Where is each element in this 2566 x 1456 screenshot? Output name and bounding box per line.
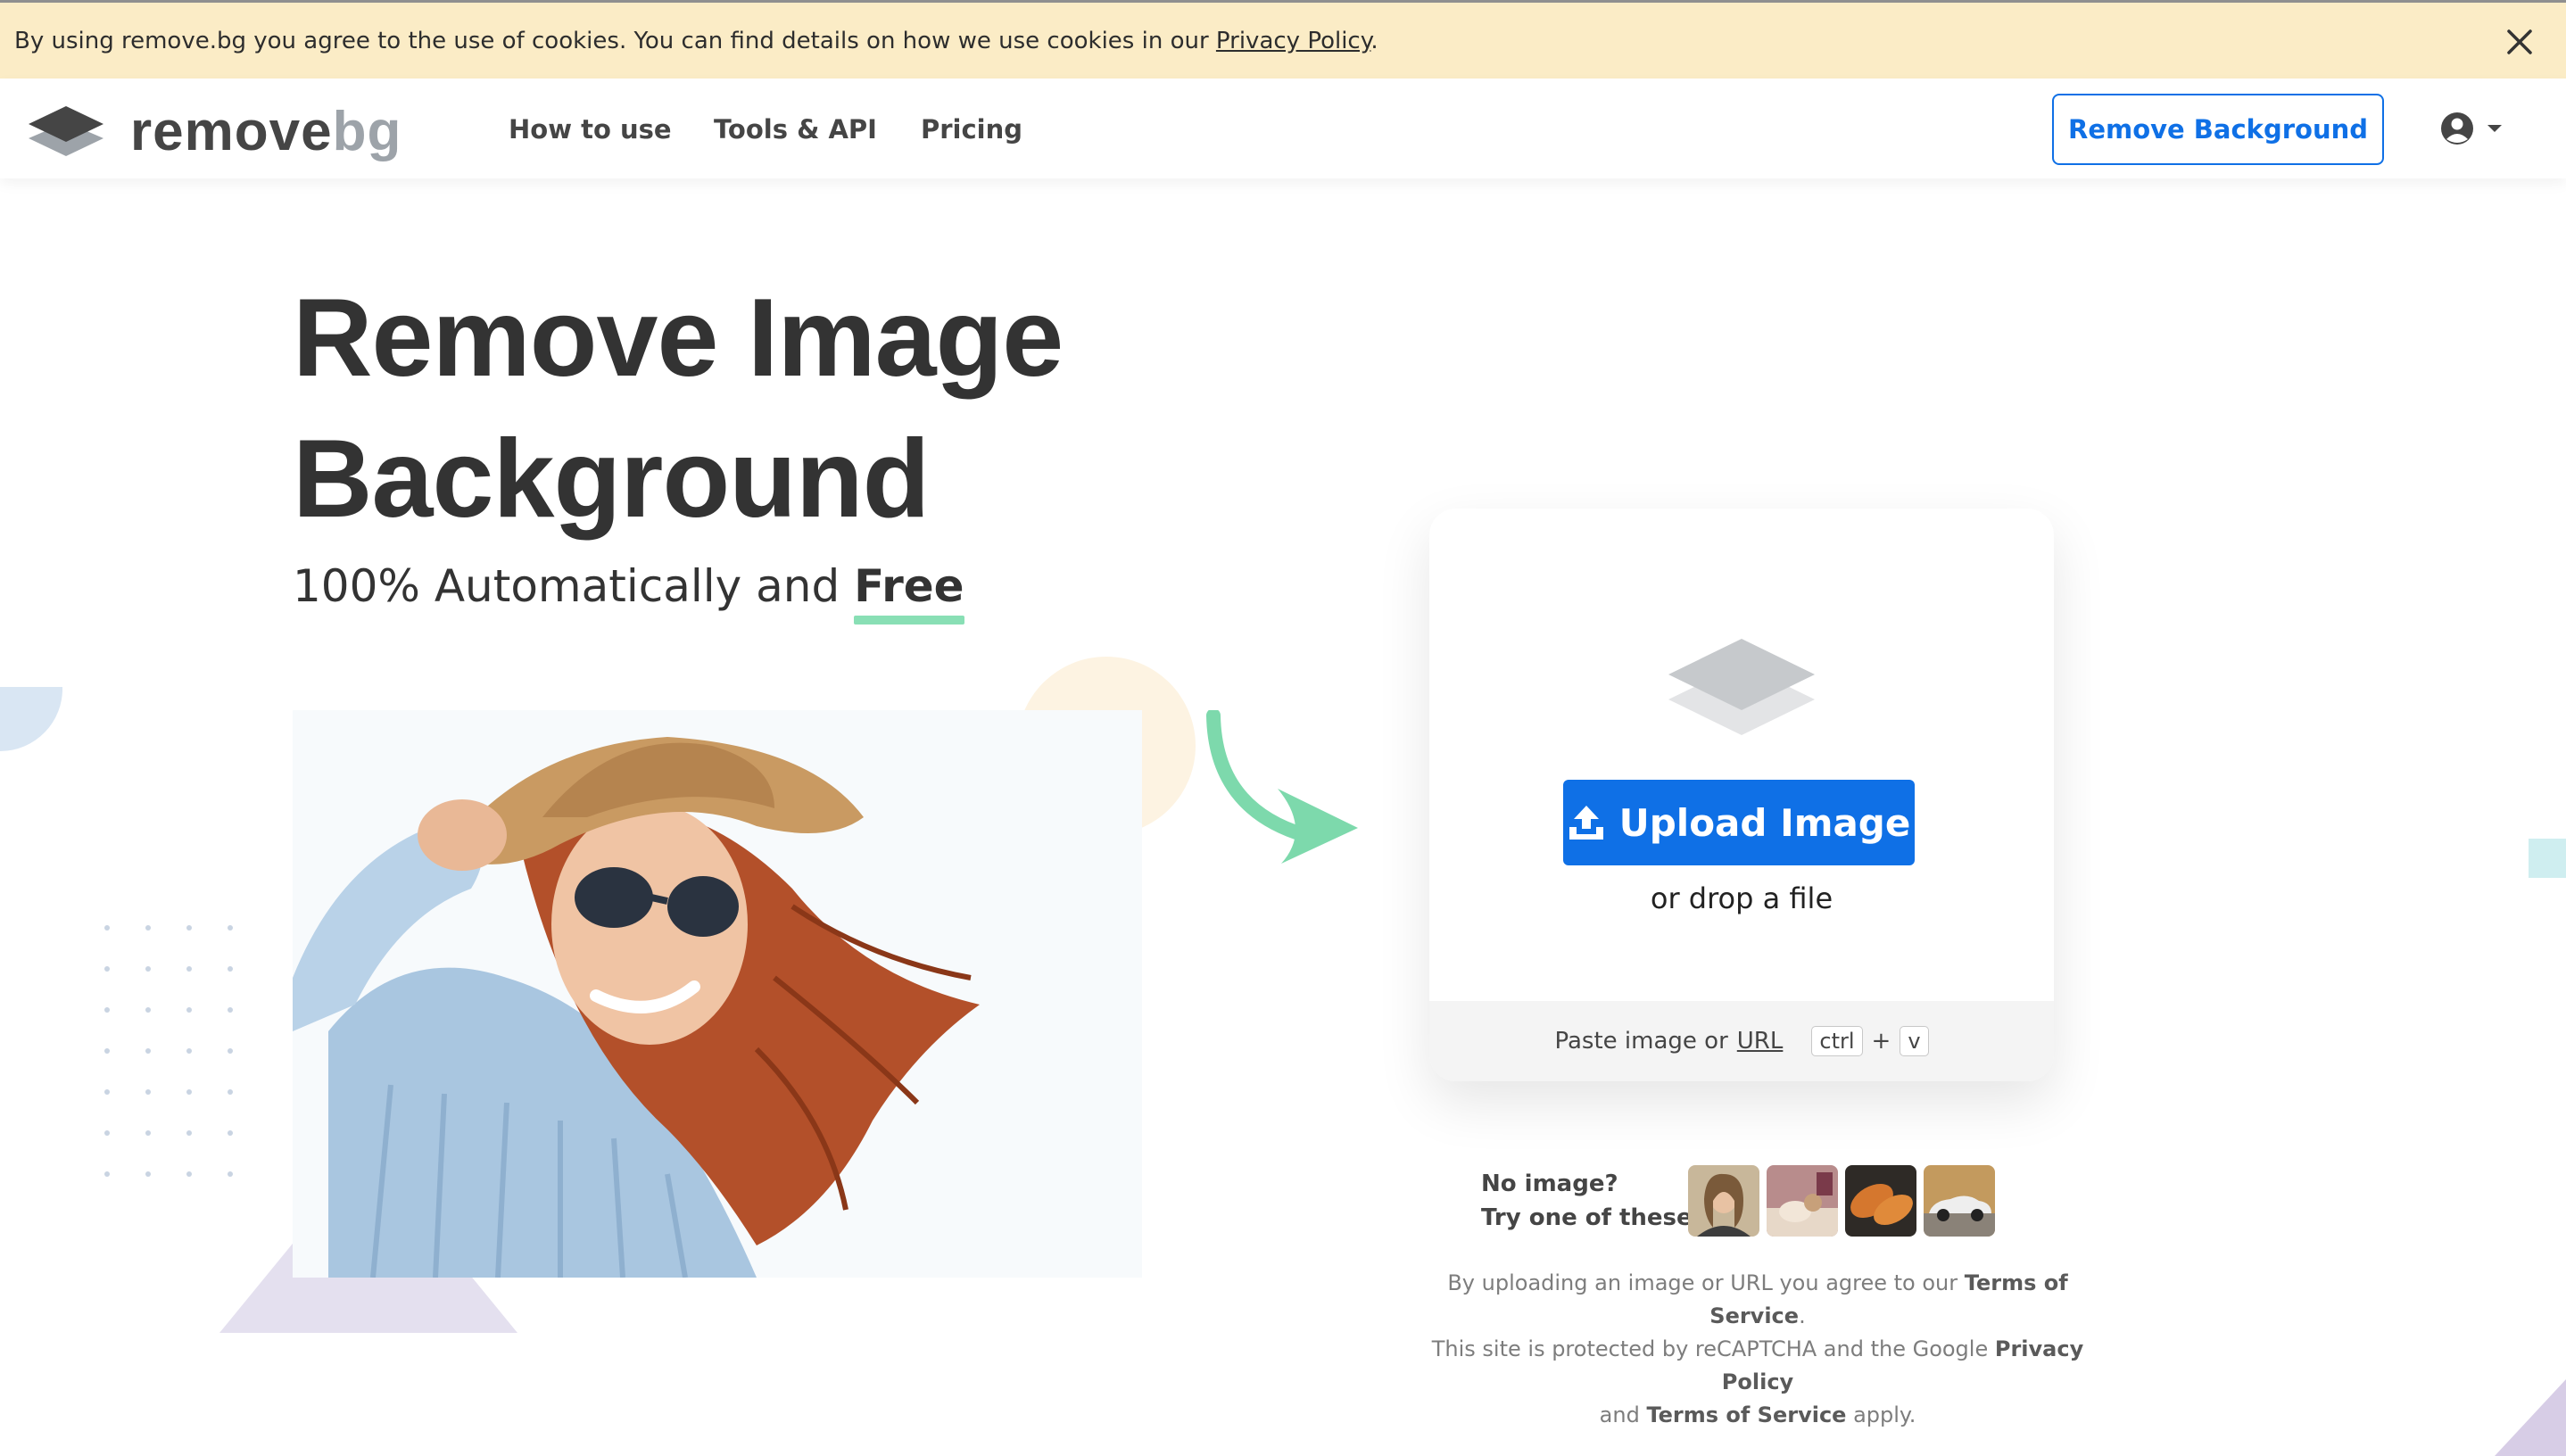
- woman-with-hat-illustration: [293, 710, 1142, 1278]
- upload-icon: [1569, 806, 1603, 840]
- nav-how-to-use[interactable]: How to use: [509, 114, 672, 145]
- v-key: v: [1900, 1026, 1929, 1056]
- user-circle-icon: [2441, 112, 2473, 145]
- logo-text: removebg: [130, 101, 402, 162]
- sample-prompt: No image? Try one of these:: [1481, 1171, 1702, 1231]
- hero-subtitle: 100% Automatically and Free: [293, 560, 964, 612]
- layers-icon: [1668, 639, 1815, 735]
- cookie-banner: By using remove.bg you agree to the use …: [0, 0, 2566, 79]
- nav-pricing[interactable]: Pricing: [921, 114, 1022, 145]
- account-menu[interactable]: [2439, 111, 2504, 146]
- privacy-policy-link[interactable]: Privacy Policy: [1216, 28, 1370, 54]
- drop-file-text: or drop a file: [1650, 881, 1833, 915]
- caret-down-icon: [2487, 125, 2502, 132]
- sample-car-thumbnail[interactable]: [1924, 1165, 1995, 1237]
- sample-thumbnails: [1688, 1165, 1995, 1237]
- google-terms-link[interactable]: Terms of Service: [1646, 1402, 1846, 1427]
- green-arrow-icon: [1206, 710, 1358, 864]
- ctrl-key: ctrl: [1811, 1026, 1863, 1056]
- navbar: removebg How to use Tools & API Pricing …: [0, 79, 2566, 178]
- sample-animals-thumbnail[interactable]: [1767, 1165, 1838, 1237]
- url-link[interactable]: URL: [1737, 1028, 1784, 1055]
- logo[interactable]: removebg: [27, 100, 401, 163]
- legal-text: By uploading an image or URL you agree t…: [1431, 1270, 2084, 1427]
- sample-bread-thumbnail[interactable]: [1845, 1165, 1916, 1237]
- hero-image: [293, 710, 1142, 1278]
- nav-tools-api[interactable]: Tools & API: [714, 114, 877, 145]
- close-icon[interactable]: [2505, 28, 2534, 56]
- deco-dot-grid: [104, 925, 233, 1177]
- free-emphasis: Free: [854, 560, 964, 612]
- deco-half-circle: [0, 687, 62, 751]
- upload-image-button[interactable]: Upload Image: [1563, 780, 1915, 865]
- layers-logo-icon: [29, 105, 103, 156]
- hero-title: Remove Image Background: [293, 277, 1064, 541]
- cookie-text: By using remove.bg you agree to the use …: [14, 27, 1378, 54]
- deco-corner-triangle: [2495, 1379, 2566, 1456]
- remove-background-button[interactable]: Remove Background: [2052, 94, 2384, 165]
- deco-right-square: [2529, 839, 2566, 878]
- sample-woman-thumbnail[interactable]: [1688, 1165, 1759, 1237]
- upload-card[interactable]: Upload Image or drop a file Paste image …: [1429, 509, 2054, 1081]
- paste-bar: Paste image or URL ctrl + v: [1429, 1001, 2054, 1081]
